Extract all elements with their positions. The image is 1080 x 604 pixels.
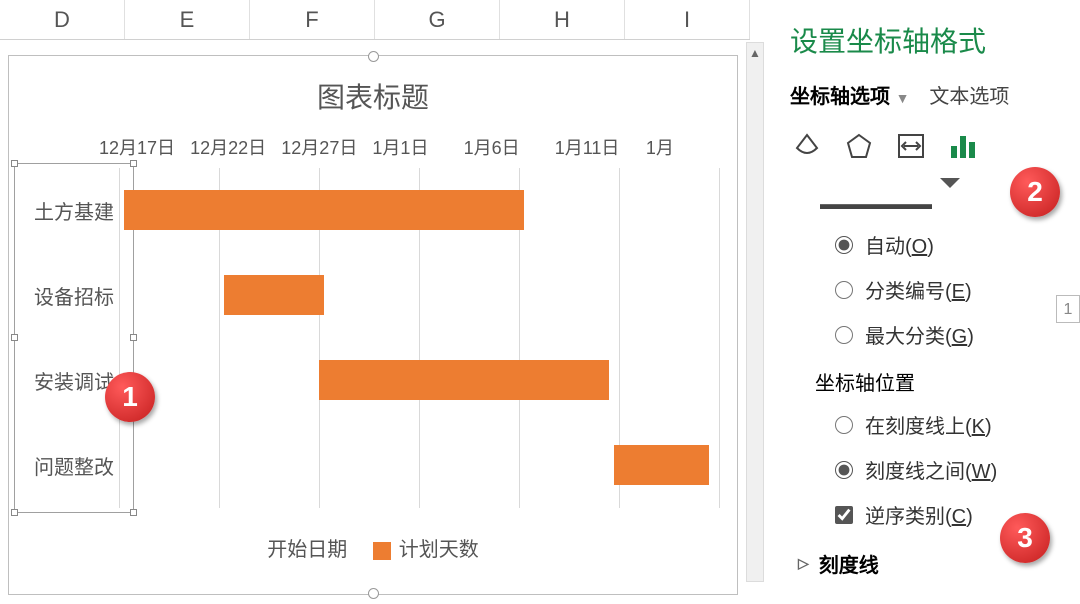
chart-object[interactable]: 图表标题 12月17日 12月22日 12月27日 1月1日 1月6日 1月11… — [8, 55, 738, 595]
xtick: 1月 — [646, 134, 737, 160]
panel-title: 设置坐标轴格式 — [790, 20, 1080, 60]
format-axis-panel: 设置坐标轴格式 坐标轴选项 ▼ 文本选项 ▬▬▬▬▬▬▬ 自动(O) 分类编号(… — [780, 0, 1080, 604]
callout-badge-3: 3 — [1000, 513, 1050, 563]
plot-area[interactable]: 土方基建 设备招标 安装调试 问题整改 — [24, 168, 737, 508]
category-label: 土方基建 — [24, 196, 124, 225]
radio-auto[interactable] — [835, 236, 853, 254]
category-number-input[interactable]: 1 — [1056, 295, 1080, 323]
legend-swatch-icon — [373, 542, 391, 560]
radio-maxcat[interactable] — [835, 326, 853, 344]
chart-legend[interactable]: 开始日期 计划天数 — [9, 508, 737, 562]
axis-position-title: 坐标轴位置 — [790, 357, 1080, 402]
axis-options-icon[interactable] — [946, 129, 980, 163]
opt-on-tick[interactable]: 在刻度线上(K) — [790, 402, 1080, 447]
fill-icon[interactable] — [790, 129, 824, 163]
col-H[interactable]: H — [500, 0, 625, 39]
radio-catnum[interactable] — [835, 281, 853, 299]
xtick: 12月27日 — [281, 134, 372, 160]
active-indicator-icon — [940, 178, 960, 188]
col-E[interactable]: E — [125, 0, 250, 39]
radio-between[interactable] — [835, 461, 853, 479]
bar-segment[interactable] — [124, 190, 524, 230]
scroll-up-icon[interactable]: ▲ — [747, 43, 763, 63]
bar-segment[interactable] — [319, 360, 609, 400]
caret-right-icon: ▷ — [798, 555, 809, 572]
bar-row: 问题整改 — [24, 423, 737, 508]
legend-start-label: 开始日期 — [267, 539, 347, 561]
col-I[interactable]: I — [625, 0, 750, 39]
bar-segment[interactable] — [224, 275, 324, 315]
callout-badge-1: 1 — [105, 372, 155, 422]
checkbox-reverse[interactable] — [835, 506, 853, 524]
tab-axis-options[interactable]: 坐标轴选项 ▼ — [790, 80, 909, 109]
opt-category-number[interactable]: 分类编号(E) — [790, 267, 1080, 312]
xtick: 1月11日 — [555, 134, 646, 160]
chevron-down-icon[interactable]: ▼ — [896, 90, 910, 106]
xtick: 12月17日 — [99, 134, 190, 160]
xtick: 12月22日 — [190, 134, 281, 160]
col-F[interactable]: F — [250, 0, 375, 39]
panel-icon-row — [790, 129, 1080, 163]
opt-max-category[interactable]: 最大分类(G) — [790, 312, 1080, 357]
legend-plan-label: 计划天数 — [399, 539, 479, 561]
col-D[interactable]: D — [0, 0, 125, 39]
bar-row: 土方基建 — [24, 168, 737, 253]
bar-row: 设备招标 — [24, 253, 737, 338]
chart-title[interactable]: 图表标题 — [9, 56, 737, 126]
opt-auto[interactable]: 自动(O) — [790, 222, 1080, 267]
column-headers: D E F G H I — [0, 0, 750, 40]
effects-icon[interactable] — [842, 129, 876, 163]
category-label: 设备招标 — [24, 281, 124, 310]
col-G[interactable]: G — [375, 0, 500, 39]
xtick: 1月1日 — [372, 134, 463, 160]
radio-ontick[interactable] — [835, 416, 853, 434]
bar-segment[interactable] — [614, 445, 709, 485]
x-axis-labels[interactable]: 12月17日 12月22日 12月27日 1月1日 1月6日 1月11日 1月 — [9, 126, 737, 168]
category-label: 问题整改 — [24, 451, 124, 480]
xtick: 1月6日 — [464, 134, 555, 160]
tab-text-options[interactable]: 文本选项 — [929, 80, 1009, 109]
vertical-scrollbar[interactable]: ▲ — [746, 42, 764, 582]
size-icon[interactable] — [894, 129, 928, 163]
callout-badge-2: 2 — [1010, 167, 1060, 217]
opt-between-ticks[interactable]: 刻度线之间(W) — [790, 447, 1080, 492]
